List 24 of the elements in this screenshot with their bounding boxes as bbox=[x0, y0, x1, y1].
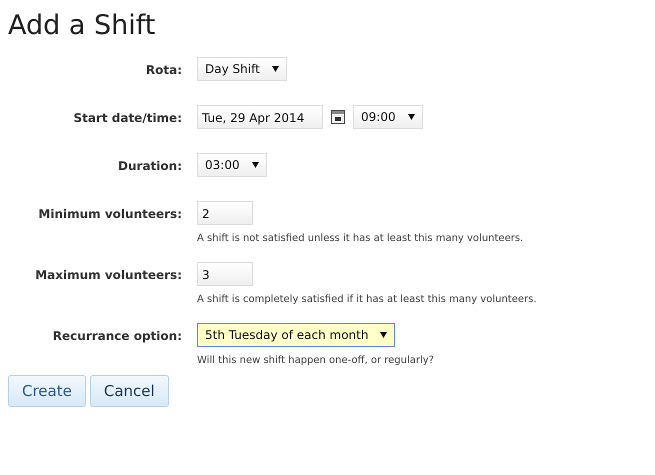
number-field[interactable]: 2 bbox=[197, 201, 253, 225]
help-text: Will this new shift happen one-off, or regularly? bbox=[197, 355, 434, 366]
cancel-button[interactable]: Cancel bbox=[90, 375, 169, 407]
caret-icon bbox=[408, 114, 415, 120]
field-label: Minimum volunteers: bbox=[37, 206, 182, 223]
dropdown[interactable]: 5th Tuesday of each month bbox=[197, 323, 396, 347]
page-title: Add a Shift bbox=[8, 10, 156, 41]
field-label: Rota: bbox=[144, 62, 182, 79]
help-text: A shift is not satisfied unless it has at least this many volunteers. bbox=[197, 233, 524, 244]
caret-icon bbox=[252, 162, 259, 168]
number-field[interactable]: 3 bbox=[197, 262, 253, 286]
calendar-icon[interactable] bbox=[331, 110, 345, 124]
date-field[interactable]: Tue, 29 Apr 2014 bbox=[197, 105, 323, 129]
caret-icon bbox=[380, 332, 388, 338]
field-label: Recurrance option: bbox=[52, 328, 182, 345]
dropdown[interactable]: 03:00 bbox=[197, 153, 267, 177]
create-button[interactable]: Create bbox=[8, 375, 86, 407]
caret-icon bbox=[272, 66, 279, 72]
dropdown[interactable]: 09:00 bbox=[353, 105, 423, 129]
field-label: Duration: bbox=[117, 158, 182, 175]
dropdown[interactable]: Day Shift bbox=[197, 57, 287, 81]
field-label: Start date/time: bbox=[72, 110, 182, 127]
help-text: A shift is completely satisfied if it has at least this many volunteers. bbox=[197, 294, 537, 305]
field-label: Maximum volunteers: bbox=[34, 267, 182, 284]
